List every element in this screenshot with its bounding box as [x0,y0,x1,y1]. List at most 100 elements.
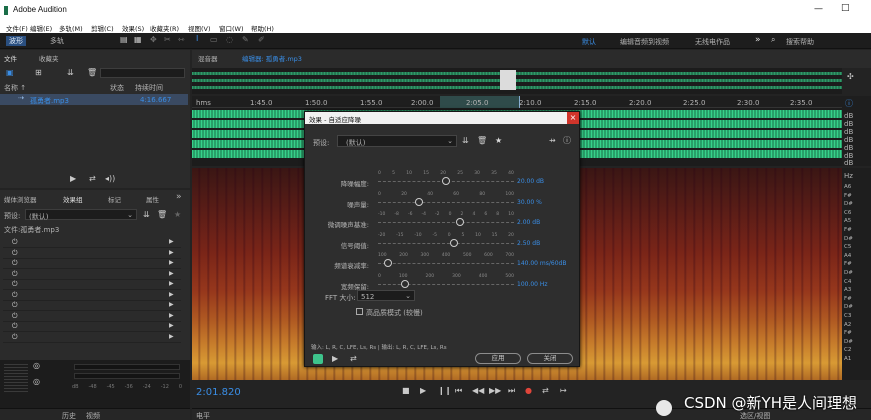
rack-slot[interactable]: ⏻ ▶ [3,249,181,259]
slot-menu-arrow-icon[interactable]: ▶ [169,270,174,277]
tab-history[interactable]: 历史 [62,411,76,420]
timeline-ruler[interactable]: hms 1:45.0 1:50.0 1:55.0 2:00.0 2:05.0 2… [192,96,842,108]
file-row[interactable]: ⇢ 孤勇者.mp3 4:16.667 [0,94,188,105]
save-preset-icon[interactable]: ⇊ [462,136,469,145]
slot-power-icon[interactable]: ⏻ [12,291,18,300]
multitrack-view-button[interactable]: 多轨 [50,36,64,46]
slot-menu-arrow-icon[interactable]: ▶ [169,280,174,287]
column-name[interactable]: 名称 ↑ [4,83,26,93]
overview-view-window[interactable] [500,70,516,90]
import-file-icon[interactable]: ⊞ [35,68,42,77]
brush-tool-icon[interactable]: ✎ [242,35,249,44]
slider-value[interactable]: 30.00 % [517,199,542,206]
delete-file-icon[interactable]: 🗑 [87,68,97,77]
tab-files[interactable]: 文件 [4,53,17,63]
column-status[interactable]: 状态 [110,83,124,93]
workspace-radio[interactable]: 无线电作品 [695,37,730,47]
slider-track[interactable] [378,201,514,204]
slot-menu-arrow-icon[interactable]: ▶ [169,333,174,340]
slider-value[interactable]: 2.00 dB [517,219,540,226]
rack-slot[interactable]: ⏻ ▶ [3,270,181,280]
menu-window[interactable]: 窗口(W) [219,23,244,33]
search-help-input[interactable]: 搜索帮助 [786,37,814,47]
rack-slot[interactable]: ⏻ ▶ [3,291,181,301]
overview-waveform[interactable] [192,68,842,94]
slot-power-icon[interactable]: ⏻ [12,270,18,279]
slot-menu-arrow-icon[interactable]: ▶ [169,322,174,329]
menu-help[interactable]: 帮助(H) [251,23,274,33]
slot-menu-arrow-icon[interactable]: ▶ [169,291,174,298]
rack-slot[interactable]: ⏻ ▶ [3,312,181,322]
menu-favorites[interactable]: 收藏夹(R) [150,23,179,33]
rack-slot[interactable]: ⏻ ▶ [3,259,181,269]
stop-icon[interactable]: ■ [402,386,410,395]
insert-into-multitrack-icon[interactable]: ⇊ [67,68,74,77]
slot-menu-arrow-icon[interactable]: ▶ [169,312,174,319]
menu-clip[interactable]: 剪辑(C) [91,23,114,33]
minimize-button[interactable]: — [814,4,823,14]
loop-playback-icon[interactable]: ⇄ [542,386,549,395]
slider-knob[interactable] [455,218,464,226]
slot-power-icon[interactable]: ⏻ [12,280,18,289]
play-icon[interactable]: ▶ [70,174,76,183]
lasso-tool-icon[interactable]: ◌ [226,35,233,44]
menu-file[interactable]: 文件(F) [6,23,28,33]
slip-tool-icon[interactable]: ⇿ [178,35,185,44]
slider-value[interactable]: 100.00 Hz [517,281,548,288]
pause-icon[interactable]: ❙❙ [438,386,451,395]
rack-slot[interactable]: ⏻ ▶ [3,333,181,343]
fft-size-select[interactable]: 512 ⌄ [357,290,415,301]
slider-track[interactable] [378,263,514,265]
zoom-navigator-icon[interactable]: ✣ [847,72,854,81]
help-info-icon[interactable]: ⓘ [563,135,571,146]
delete-preset-icon[interactable]: 🗑 [477,136,487,145]
workspace-more-button[interactable]: » [755,35,761,45]
skip-selection-icon[interactable]: ↦ [560,386,567,395]
high-quality-checkbox[interactable] [356,308,363,315]
tab-editor[interactable]: 编辑器: 孤勇者.mp3 [242,53,302,63]
slider-knob[interactable] [442,177,450,185]
slot-power-icon[interactable]: ⏻ [12,322,18,331]
info-icon[interactable]: ⓘ [845,98,853,109]
slot-menu-arrow-icon[interactable]: ▶ [169,249,174,256]
tab-properties[interactable]: 属性 [146,194,159,204]
slider-knob[interactable] [383,259,392,267]
effect-power-button[interactable] [313,354,323,364]
slot-menu-arrow-icon[interactable]: ▶ [169,238,174,245]
time-selection-tool-icon[interactable]: Ι [196,34,198,43]
slider-knob[interactable] [450,238,459,247]
close-dialog-button[interactable]: 关闭 [527,353,573,364]
output-gain-knob-icon[interactable]: ◎ [33,377,40,386]
pitch-display-icon[interactable]: ▦ [134,35,142,44]
favorite-star-icon[interactable]: ★ [495,136,502,145]
maximize-button[interactable]: □ [841,3,850,13]
waveform-view-button[interactable]: 波形 [6,36,26,46]
workspace-default[interactable]: 默认 [582,37,596,47]
spectral-display-icon[interactable]: ▤ [120,35,128,44]
rack-slot[interactable]: ⏻ ▶ [3,301,181,311]
dialog-preset-select[interactable]: (默认) ⌄ [337,135,457,147]
move-tool-icon[interactable]: ✥ [150,35,157,44]
slot-power-icon[interactable]: ⏻ [12,333,18,342]
rack-slot[interactable]: ⏻ ▶ [3,280,181,290]
save-preset-icon[interactable]: ⇊ [143,210,150,219]
tab-favorites[interactable]: 收藏夹 [39,53,59,63]
razor-tool-icon[interactable]: ✂ [164,35,171,44]
tab-levels[interactable]: 电平 [196,411,210,420]
preview-play-icon[interactable]: ▶ [332,354,338,363]
rack-slot[interactable]: ⏻ ▶ [3,238,181,248]
slider-track[interactable] [378,222,514,224]
column-duration[interactable]: 持续时间 [135,83,163,93]
open-file-icon[interactable]: ▣ [6,68,14,77]
menu-effects[interactable]: 效果(S) [122,23,144,33]
slider-track[interactable] [378,283,514,286]
slider-track[interactable] [378,242,514,245]
slot-power-icon[interactable]: ⏻ [12,312,18,321]
menu-multitrack[interactable]: 多轨(M) [59,23,83,33]
tab-media-browser[interactable]: 媒体浏览器 [4,194,37,204]
slot-menu-arrow-icon[interactable]: ▶ [169,259,174,266]
play-icon[interactable]: ▶ [420,386,426,395]
rack-preset-select[interactable]: (默认) ⌄ [25,209,137,221]
file-search-input[interactable] [100,68,185,78]
loop-icon[interactable]: ⇄ [89,174,96,183]
